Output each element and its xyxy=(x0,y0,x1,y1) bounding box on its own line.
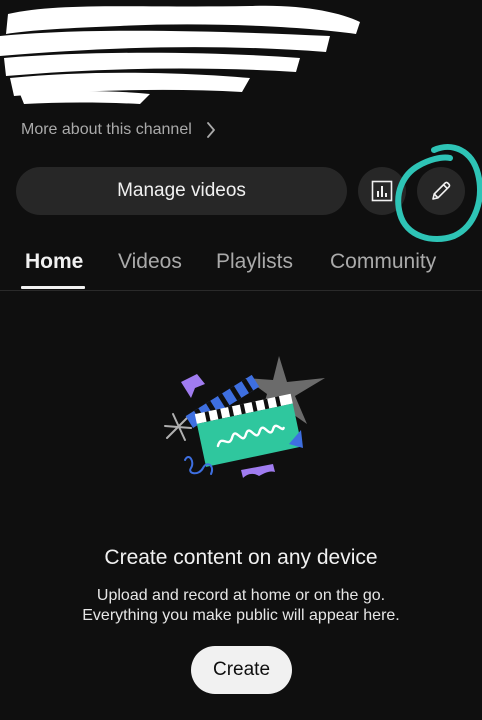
tab-home[interactable]: Home xyxy=(25,236,83,288)
active-tab-indicator xyxy=(21,286,85,289)
more-about-channel-label: More about this channel xyxy=(21,121,192,138)
channel-tabs: Home Videos Playlists Community xyxy=(0,236,482,291)
tab-home-label: Home xyxy=(25,250,84,273)
chevron-right-icon xyxy=(206,122,215,138)
redacted-channel-header xyxy=(0,5,360,104)
tab-playlists[interactable]: Playlists xyxy=(216,236,293,288)
create-button[interactable]: Create xyxy=(191,646,292,694)
tab-videos-label: Videos xyxy=(118,250,182,273)
create-button-label: Create xyxy=(212,659,271,680)
empty-state-description-line-2: Everything you make public will appear h… xyxy=(82,607,400,624)
tab-community-label: Community xyxy=(330,250,437,273)
manage-videos-label: Manage videos xyxy=(117,180,246,201)
edit-channel-button[interactable] xyxy=(417,167,465,215)
tab-playlists-label: Playlists xyxy=(216,250,294,273)
clapperboard-illustration xyxy=(164,356,325,478)
more-about-channel-link[interactable]: More about this channel xyxy=(21,119,216,141)
empty-state-description: Upload and record at home or on the go. … xyxy=(0,586,482,626)
tab-videos[interactable]: Videos xyxy=(118,236,182,288)
tab-community[interactable]: Community xyxy=(330,236,436,288)
bar-chart-icon xyxy=(371,180,393,202)
analytics-button[interactable] xyxy=(358,167,406,215)
empty-state-title: Create content on any device xyxy=(104,546,378,569)
pencil-icon xyxy=(432,181,451,200)
empty-state-description-line-1: Upload and record at home or on the go. xyxy=(96,587,386,604)
manage-videos-button[interactable]: Manage videos xyxy=(16,167,347,215)
